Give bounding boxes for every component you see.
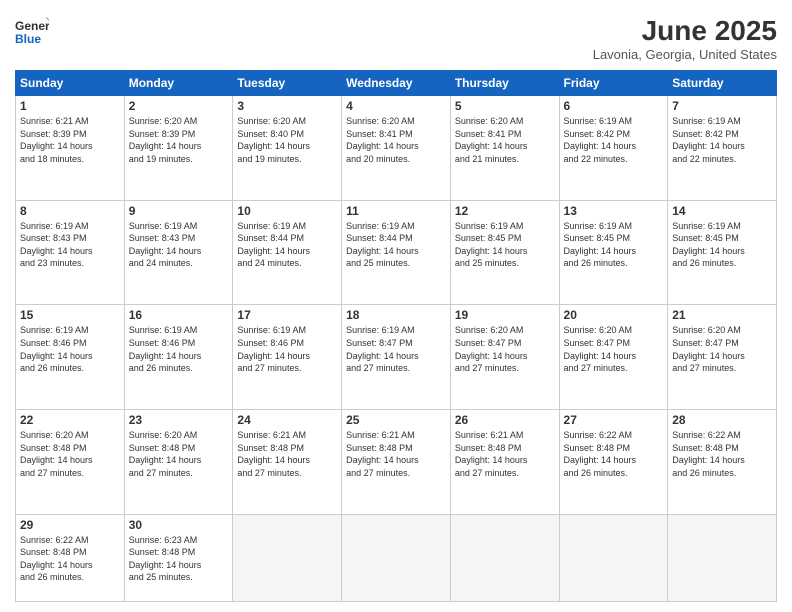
- table-row: 12Sunrise: 6:19 AMSunset: 8:45 PMDayligh…: [450, 200, 559, 305]
- col-wednesday: Wednesday: [342, 71, 451, 96]
- col-sunday: Sunday: [16, 71, 125, 96]
- page: General Blue June 2025 Lavonia, Georgia,…: [0, 0, 792, 612]
- table-row: [450, 514, 559, 601]
- svg-text:General: General: [15, 19, 49, 33]
- table-row: 24Sunrise: 6:21 AMSunset: 8:48 PMDayligh…: [233, 410, 342, 515]
- col-friday: Friday: [559, 71, 668, 96]
- table-row: 26Sunrise: 6:21 AMSunset: 8:48 PMDayligh…: [450, 410, 559, 515]
- table-row: 10Sunrise: 6:19 AMSunset: 8:44 PMDayligh…: [233, 200, 342, 305]
- svg-text:Blue: Blue: [15, 32, 41, 46]
- table-row: 16Sunrise: 6:19 AMSunset: 8:46 PMDayligh…: [124, 305, 233, 410]
- table-row: 11Sunrise: 6:19 AMSunset: 8:44 PMDayligh…: [342, 200, 451, 305]
- col-tuesday: Tuesday: [233, 71, 342, 96]
- table-row: 1Sunrise: 6:21 AMSunset: 8:39 PMDaylight…: [16, 96, 125, 201]
- table-row: 4Sunrise: 6:20 AMSunset: 8:41 PMDaylight…: [342, 96, 451, 201]
- table-row: 20Sunrise: 6:20 AMSunset: 8:47 PMDayligh…: [559, 305, 668, 410]
- table-row: 2Sunrise: 6:20 AMSunset: 8:39 PMDaylight…: [124, 96, 233, 201]
- table-row: 30Sunrise: 6:23 AMSunset: 8:48 PMDayligh…: [124, 514, 233, 601]
- table-row: 13Sunrise: 6:19 AMSunset: 8:45 PMDayligh…: [559, 200, 668, 305]
- table-row: 19Sunrise: 6:20 AMSunset: 8:47 PMDayligh…: [450, 305, 559, 410]
- col-saturday: Saturday: [668, 71, 777, 96]
- table-row: 3Sunrise: 6:20 AMSunset: 8:40 PMDaylight…: [233, 96, 342, 201]
- col-thursday: Thursday: [450, 71, 559, 96]
- table-row: [668, 514, 777, 601]
- title-block: June 2025 Lavonia, Georgia, United State…: [593, 15, 777, 62]
- logo-svg-icon: General Blue: [15, 15, 49, 49]
- table-row: [233, 514, 342, 601]
- table-row: 22Sunrise: 6:20 AMSunset: 8:48 PMDayligh…: [16, 410, 125, 515]
- table-row: 28Sunrise: 6:22 AMSunset: 8:48 PMDayligh…: [668, 410, 777, 515]
- col-monday: Monday: [124, 71, 233, 96]
- table-row: 8Sunrise: 6:19 AMSunset: 8:43 PMDaylight…: [16, 200, 125, 305]
- table-row: [559, 514, 668, 601]
- header: General Blue June 2025 Lavonia, Georgia,…: [15, 15, 777, 62]
- table-row: [342, 514, 451, 601]
- table-row: 23Sunrise: 6:20 AMSunset: 8:48 PMDayligh…: [124, 410, 233, 515]
- table-row: 7Sunrise: 6:19 AMSunset: 8:42 PMDaylight…: [668, 96, 777, 201]
- logo: General Blue: [15, 15, 49, 49]
- table-row: 5Sunrise: 6:20 AMSunset: 8:41 PMDaylight…: [450, 96, 559, 201]
- calendar-table: Sunday Monday Tuesday Wednesday Thursday…: [15, 70, 777, 602]
- table-row: 18Sunrise: 6:19 AMSunset: 8:47 PMDayligh…: [342, 305, 451, 410]
- table-row: 27Sunrise: 6:22 AMSunset: 8:48 PMDayligh…: [559, 410, 668, 515]
- table-row: 9Sunrise: 6:19 AMSunset: 8:43 PMDaylight…: [124, 200, 233, 305]
- table-row: 21Sunrise: 6:20 AMSunset: 8:47 PMDayligh…: [668, 305, 777, 410]
- location: Lavonia, Georgia, United States: [593, 47, 777, 62]
- table-row: 15Sunrise: 6:19 AMSunset: 8:46 PMDayligh…: [16, 305, 125, 410]
- table-row: 6Sunrise: 6:19 AMSunset: 8:42 PMDaylight…: [559, 96, 668, 201]
- table-row: 25Sunrise: 6:21 AMSunset: 8:48 PMDayligh…: [342, 410, 451, 515]
- table-row: 14Sunrise: 6:19 AMSunset: 8:45 PMDayligh…: [668, 200, 777, 305]
- month-title: June 2025: [593, 15, 777, 47]
- table-row: 17Sunrise: 6:19 AMSunset: 8:46 PMDayligh…: [233, 305, 342, 410]
- calendar-header-row: Sunday Monday Tuesday Wednesday Thursday…: [16, 71, 777, 96]
- table-row: 29Sunrise: 6:22 AMSunset: 8:48 PMDayligh…: [16, 514, 125, 601]
